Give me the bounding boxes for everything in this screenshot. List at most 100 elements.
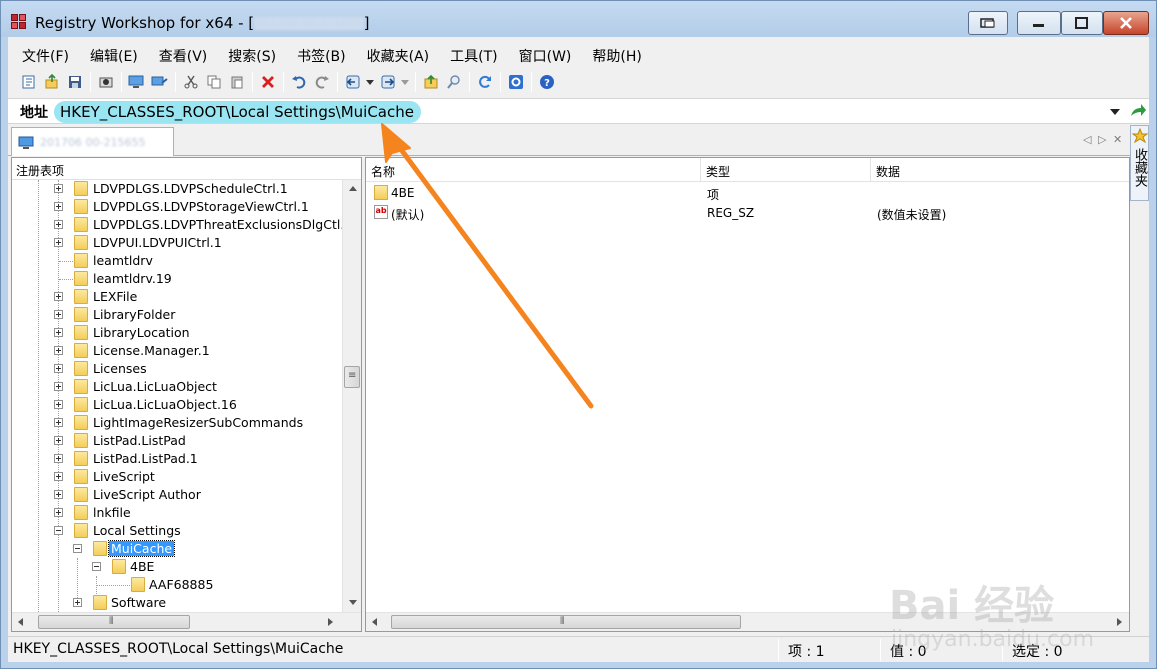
tree-item[interactable]: LiveScript Author: [12, 486, 342, 504]
tree-item[interactable]: LDVPDLGS.LDVPThreatExclusionsDlgCtl.1: [12, 216, 342, 234]
go-arrow-icon[interactable]: [1129, 102, 1147, 120]
expand-icon[interactable]: [54, 184, 63, 193]
tree-item[interactable]: Licenses: [12, 360, 342, 378]
tab-registry[interactable]: 201706 00-215655: [11, 127, 174, 156]
list-hscroll-thumb[interactable]: ⦀: [391, 615, 741, 629]
tree-item[interactable]: AAF68885: [12, 576, 342, 594]
expand-icon[interactable]: [54, 418, 63, 427]
list-horizontal-scrollbar[interactable]: ⦀: [366, 612, 1129, 631]
tree-item[interactable]: leamtldrv.19: [12, 270, 342, 288]
collapse-icon[interactable]: [73, 544, 82, 553]
copy-icon[interactable]: [203, 71, 225, 93]
tree-item[interactable]: LightImageResizerSubCommands: [12, 414, 342, 432]
forward-dropdown-icon[interactable]: [400, 71, 410, 93]
tree-item[interactable]: LDVPUI.LDVPUICtrl.1: [12, 234, 342, 252]
title-bar[interactable]: Registry Workshop for x64 - [201706 00-2…: [1, 1, 1156, 37]
expand-icon[interactable]: [73, 598, 82, 607]
menu-view[interactable]: 查看(V): [145, 41, 215, 67]
tab-close-icon[interactable]: ✕: [1113, 133, 1122, 146]
tree-item[interactable]: ListPad.ListPad.1: [12, 450, 342, 468]
redo-icon[interactable]: [311, 71, 333, 93]
address-input[interactable]: HKEY_CLASSES_ROOT\Local Settings\MuiCach…: [54, 101, 421, 123]
tree-item[interactable]: leamtldrv: [12, 252, 342, 270]
scroll-left-icon[interactable]: [366, 613, 383, 630]
list-row-value[interactable]: ab (默认) REG_SZ (数值未设置): [366, 203, 1129, 223]
tree-item[interactable]: LEXFile: [12, 288, 342, 306]
minimize-button[interactable]: [1017, 11, 1061, 35]
scroll-up-icon[interactable]: [344, 180, 361, 197]
close-button[interactable]: [1103, 11, 1149, 35]
disconnect-icon[interactable]: [149, 71, 171, 93]
tree-item-selected[interactable]: MuiCache: [12, 540, 342, 558]
tree-item[interactable]: License.Manager.1: [12, 342, 342, 360]
collapse-icon[interactable]: [92, 562, 101, 571]
expand-icon[interactable]: [54, 220, 63, 229]
scroll-down-icon[interactable]: [344, 594, 361, 611]
forward-icon[interactable]: [377, 71, 399, 93]
tree-item[interactable]: 4BE: [12, 558, 342, 576]
collapse-icon[interactable]: [54, 526, 63, 535]
expand-icon[interactable]: [54, 436, 63, 445]
tree-hscroll-thumb[interactable]: ⦀: [38, 615, 190, 629]
menu-tools[interactable]: 工具(T): [436, 41, 504, 67]
list-row-key[interactable]: 4BE 项: [366, 183, 1129, 203]
print-preview-icon[interactable]: [95, 71, 117, 93]
back-icon[interactable]: [342, 71, 364, 93]
up-level-icon[interactable]: [420, 71, 442, 93]
export-icon[interactable]: [41, 71, 63, 93]
tab-scroll-left-icon[interactable]: ◁: [1083, 133, 1091, 146]
menu-bookmarks[interactable]: 书签(B): [283, 41, 353, 67]
expand-icon[interactable]: [54, 454, 63, 463]
open-icon[interactable]: [18, 71, 40, 93]
expand-icon[interactable]: [54, 346, 63, 355]
expand-icon[interactable]: [54, 328, 63, 337]
expand-icon[interactable]: [54, 202, 63, 211]
scroll-left-icon[interactable]: [12, 613, 29, 630]
cut-icon[interactable]: [180, 71, 202, 93]
favorites-side-tab[interactable]: 收藏夹: [1130, 125, 1149, 201]
tree-item[interactable]: Software: [12, 594, 342, 612]
expand-icon[interactable]: [54, 238, 63, 247]
expand-icon[interactable]: [54, 382, 63, 391]
expand-icon[interactable]: [54, 490, 63, 499]
tree-item[interactable]: LicLua.LicLuaObject: [12, 378, 342, 396]
tree-scroll-thumb[interactable]: ≡: [344, 366, 360, 388]
tree-vertical-scrollbar[interactable]: ≡: [342, 180, 361, 612]
expand-icon[interactable]: [54, 508, 63, 517]
expand-icon[interactable]: [54, 364, 63, 373]
refresh-icon[interactable]: [474, 71, 496, 93]
find-icon[interactable]: [443, 71, 465, 93]
scroll-right-icon[interactable]: [322, 613, 339, 630]
menu-window[interactable]: 窗口(W): [505, 41, 579, 67]
menu-favorites[interactable]: 收藏夹(A): [353, 41, 437, 67]
expand-icon[interactable]: [54, 472, 63, 481]
undo-icon[interactable]: [288, 71, 310, 93]
column-name-header[interactable]: 名称: [366, 158, 701, 182]
tab-scroll-right-icon[interactable]: ▷: [1098, 133, 1106, 146]
expand-icon[interactable]: [54, 400, 63, 409]
scroll-right-icon[interactable]: [1111, 613, 1128, 630]
options-icon[interactable]: [505, 71, 527, 93]
tree-item[interactable]: Local Settings: [12, 522, 342, 540]
tree-item[interactable]: LiveScript: [12, 468, 342, 486]
expand-icon[interactable]: [54, 292, 63, 301]
tree-item[interactable]: LDVPDLGS.LDVPStorageViewCtrl.1: [12, 198, 342, 216]
back-dropdown-icon[interactable]: [365, 71, 375, 93]
tree-item[interactable]: LDVPDLGS.LDVPScheduleCtrl.1: [12, 180, 342, 198]
column-data-header[interactable]: 数据: [871, 158, 1129, 182]
column-type-header[interactable]: 类型: [701, 158, 871, 182]
tree-item[interactable]: LibraryLocation: [12, 324, 342, 342]
tree-item[interactable]: lnkfile: [12, 504, 342, 522]
maximize-button[interactable]: [1061, 11, 1103, 35]
menu-file[interactable]: 文件(F): [8, 41, 76, 67]
help-icon[interactable]: ?: [536, 71, 558, 93]
delete-icon[interactable]: [257, 71, 279, 93]
tree-item[interactable]: LibraryFolder: [12, 306, 342, 324]
tree-item[interactable]: ListPad.ListPad: [12, 432, 342, 450]
save-icon[interactable]: [64, 71, 86, 93]
connect-icon[interactable]: [126, 71, 148, 93]
menu-edit[interactable]: 编辑(E): [76, 41, 145, 67]
expand-icon[interactable]: [54, 310, 63, 319]
restore-layout-button[interactable]: [968, 11, 1008, 35]
tree-item[interactable]: LicLua.LicLuaObject.16: [12, 396, 342, 414]
